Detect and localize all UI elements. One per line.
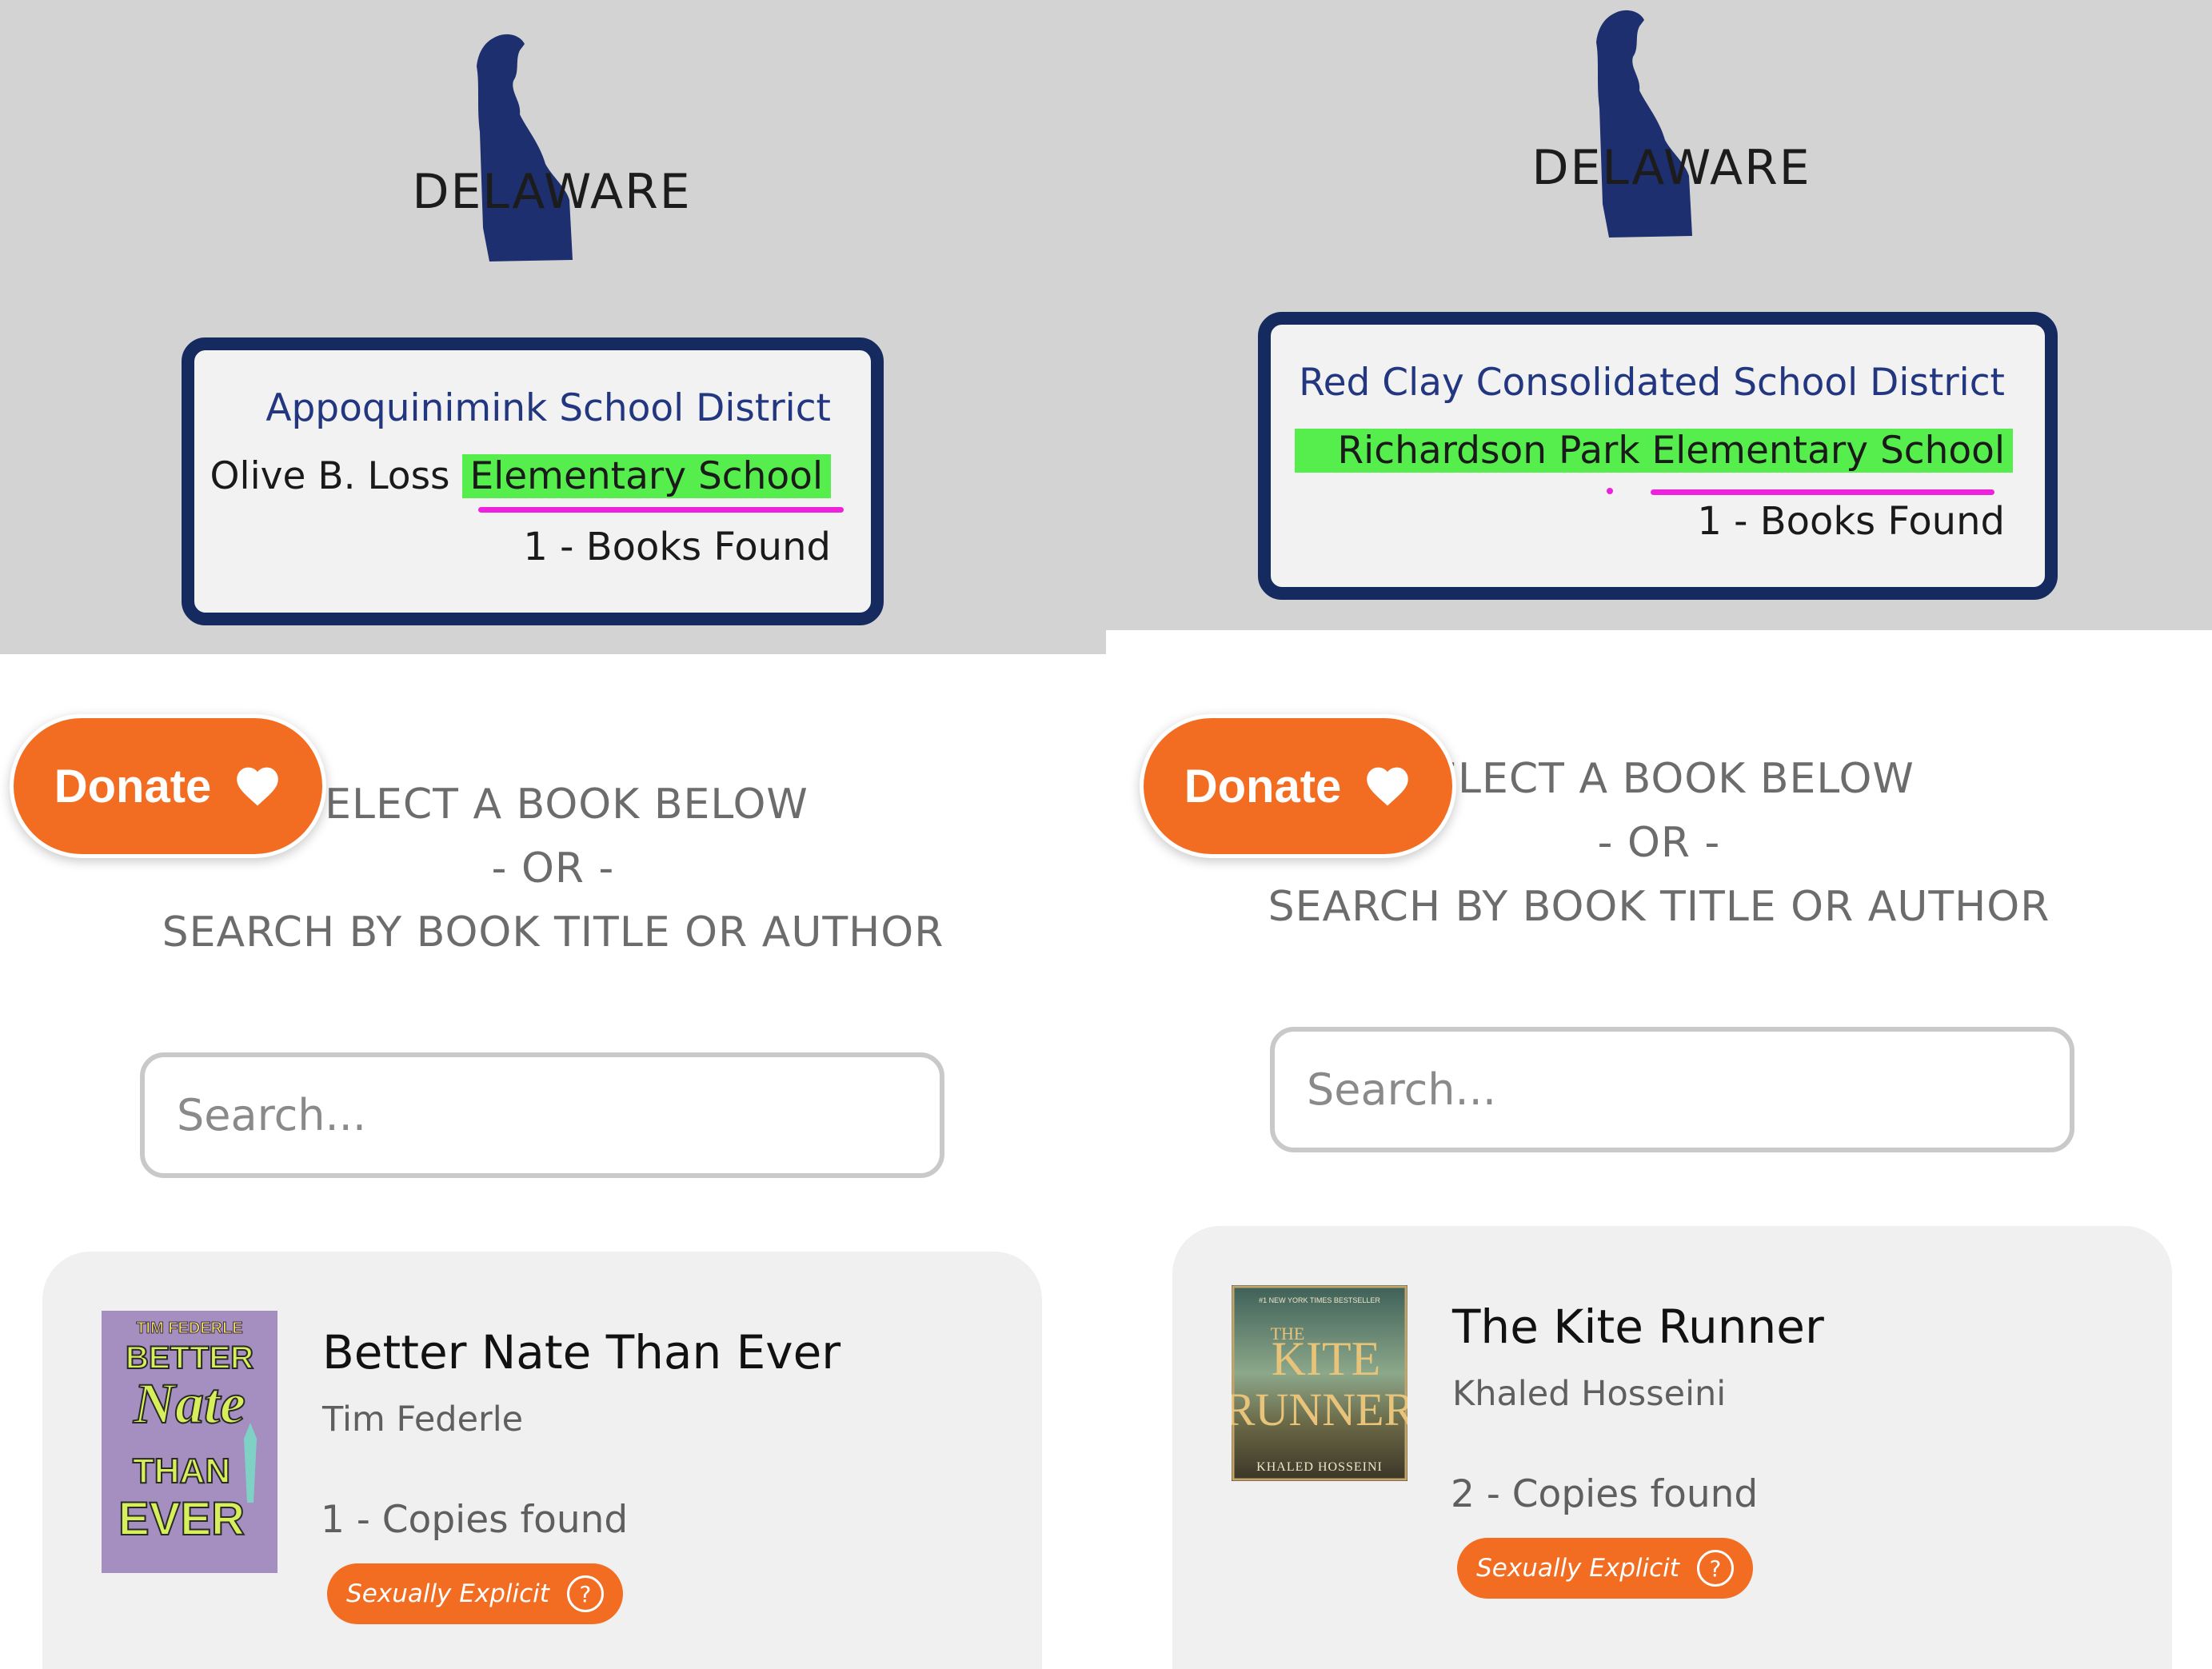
highlight-underline — [478, 507, 844, 513]
search-box[interactable] — [1270, 1027, 2074, 1152]
cover-line-4: EVER — [118, 1493, 245, 1545]
school-name-prefix: Richardson Park — [1337, 429, 1640, 473]
book-author: Tim Federle — [322, 1399, 524, 1439]
books-found-count: 1 - Books Found — [1697, 499, 2005, 544]
donate-label: Donate — [54, 760, 212, 813]
state-name-label: DELAWARE — [1531, 140, 1811, 196]
tag-label: Sexually Explicit — [1476, 1554, 1679, 1583]
left-screenshot-panel: DELAWARE Appoquinimink School District O… — [0, 0, 1106, 1669]
copies-found: 2 - Copies found — [1451, 1472, 1759, 1516]
search-input[interactable] — [177, 1090, 940, 1140]
district-name: Appoquinimink School District — [266, 386, 831, 430]
copies-found: 1 - Copies found — [321, 1498, 629, 1542]
cover-line-2: KITE — [1272, 1332, 1381, 1385]
donate-label: Donate — [1184, 760, 1342, 813]
book-card[interactable]: #1 NEW YORK TIMES BESTSELLER THE KITE RU… — [1172, 1226, 2172, 1669]
instruction-line-3: SEARCH BY BOOK TITLE OR AUTHOR — [162, 908, 944, 956]
book-author: Khaled Hosseini — [1452, 1374, 1727, 1414]
cover-line-3: THAN — [133, 1451, 230, 1491]
delaware-logo: DELAWARE — [400, 28, 704, 268]
school-name-prefix: Olive B. Loss — [210, 454, 450, 498]
cover-top-text: TIM FEDERLE — [136, 1320, 242, 1337]
book-cover-art: TIM FEDERLE BETTER Nate THAN EVER — [102, 1311, 277, 1573]
state-name-label: DELAWARE — [412, 164, 692, 220]
school-info-card: Red Clay Consolidated School District Ri… — [1258, 312, 2058, 600]
header-section: DELAWARE Red Clay Consolidated School Di… — [1106, 0, 2212, 630]
school-info-card: Appoquinimink School District Olive B. L… — [182, 337, 884, 625]
school-name-highlight: Elementary School — [461, 454, 831, 498]
question-mark-icon[interactable]: ? — [1696, 1550, 1734, 1587]
cover-line-1: BETTER — [126, 1340, 254, 1376]
header-section: DELAWARE Appoquinimink School District O… — [0, 0, 1106, 654]
content-warning-tag[interactable]: Sexually Explicit ? — [1457, 1538, 1753, 1599]
school-name: Richardson Park Elementary School — [1295, 429, 2013, 473]
search-input[interactable] — [1307, 1064, 2070, 1115]
delaware-silhouette-icon — [477, 34, 573, 262]
cover-line-3: RUNNER — [1232, 1384, 1407, 1435]
books-found-count: 1 - Books Found — [523, 525, 831, 569]
book-card[interactable]: TIM FEDERLE BETTER Nate THAN EVER Better… — [42, 1252, 1042, 1669]
heart-icon — [237, 767, 279, 806]
content-warning-tag[interactable]: Sexually Explicit ? — [327, 1563, 623, 1624]
school-name-highlight-block: Richardson Park Elementary School — [1295, 429, 2013, 473]
book-cover-image[interactable]: #1 NEW YORK TIMES BESTSELLER THE KITE RU… — [1232, 1285, 1407, 1481]
book-cover-image[interactable]: TIM FEDERLE BETTER Nate THAN EVER — [102, 1311, 277, 1573]
right-screenshot-panel: DELAWARE Red Clay Consolidated School Di… — [1106, 0, 2212, 1669]
tag-label: Sexually Explicit — [346, 1579, 549, 1608]
book-title[interactable]: The Kite Runner — [1452, 1300, 1824, 1354]
book-cover-art: #1 NEW YORK TIMES BESTSELLER THE KITE RU… — [1232, 1285, 1407, 1481]
book-title[interactable]: Better Nate Than Ever — [322, 1325, 840, 1380]
search-box[interactable] — [140, 1052, 944, 1178]
question-mark-icon[interactable]: ? — [566, 1575, 604, 1612]
highlight-underline — [1651, 489, 1994, 495]
heart-icon — [1367, 767, 1409, 806]
cover-line-4: KHALED HOSSEINI — [1256, 1460, 1383, 1474]
underline-dot — [1607, 488, 1613, 494]
cover-line-2: Nate — [133, 1372, 246, 1435]
donate-button[interactable]: Donate — [1140, 714, 1456, 858]
school-name: Olive B. Loss Elementary School — [210, 454, 831, 498]
school-name-highlight: Elementary School — [1651, 429, 2006, 473]
delaware-silhouette-icon — [1596, 10, 1692, 238]
delaware-logo: DELAWARE — [1519, 4, 1823, 244]
donate-button[interactable]: Donate — [10, 714, 326, 858]
cover-top-text: #1 NEW YORK TIMES BESTSELLER — [1259, 1296, 1380, 1304]
district-name: Red Clay Consolidated School District — [1299, 361, 2005, 405]
instruction-line-3: SEARCH BY BOOK TITLE OR AUTHOR — [1268, 883, 2050, 931]
